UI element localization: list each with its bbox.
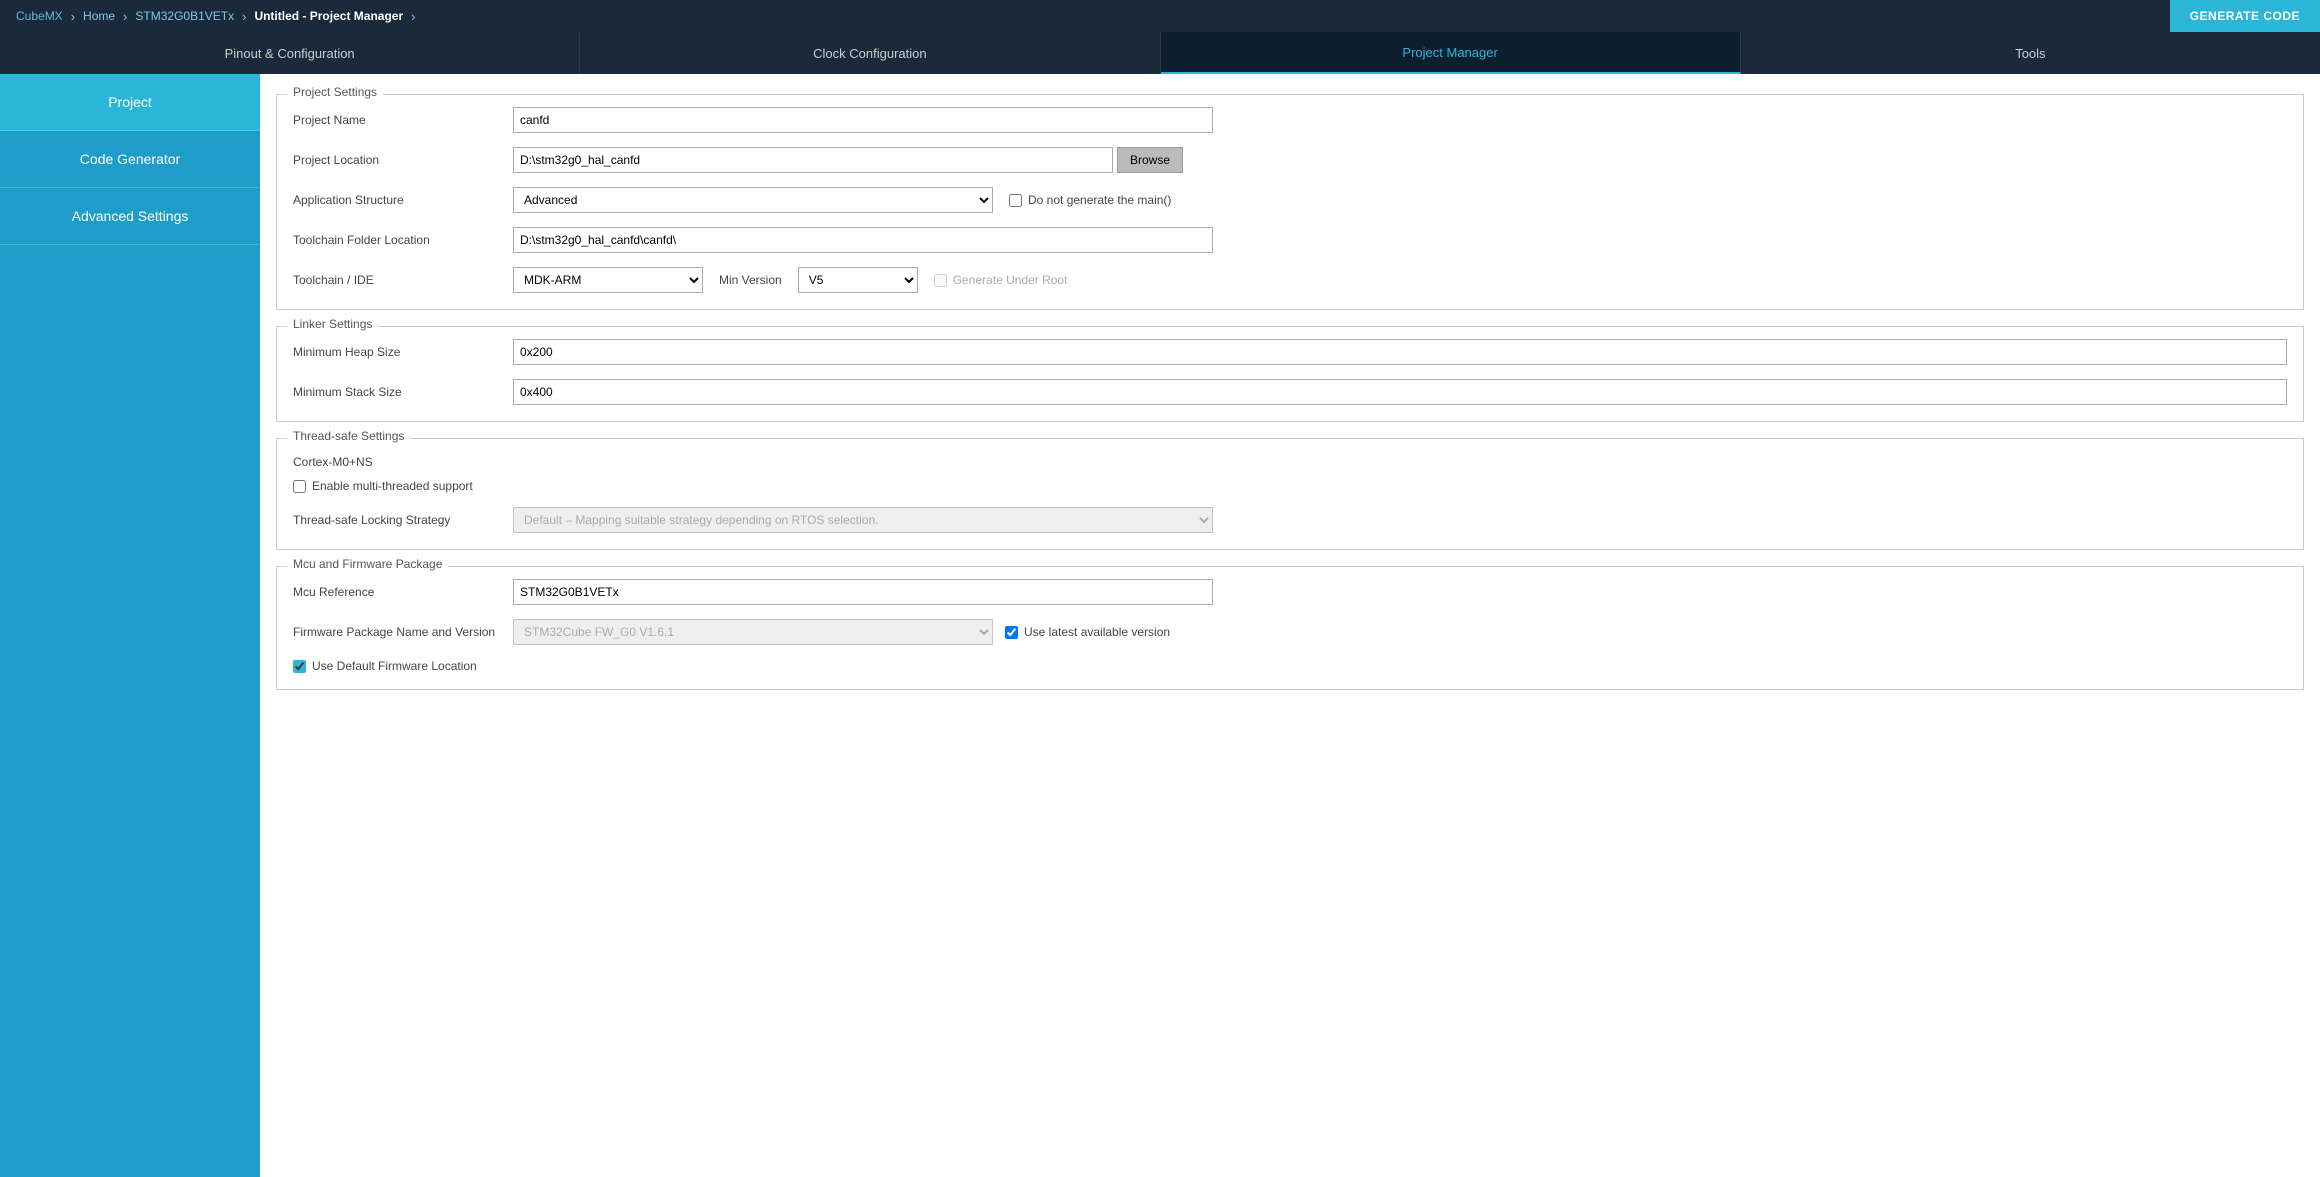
breadcrumb-project[interactable]: Untitled - Project Manager — [246, 9, 411, 23]
tab-project-manager-label: Project Manager — [1402, 45, 1497, 60]
mcu-ref-input[interactable] — [513, 579, 1213, 605]
tab-project-manager[interactable]: Project Manager — [1161, 32, 1741, 74]
toolchain-folder-label: Toolchain Folder Location — [293, 233, 513, 247]
project-location-input[interactable] — [513, 147, 1113, 173]
app-structure-select[interactable]: Basic Advanced — [513, 187, 993, 213]
toolchain-ide-select[interactable]: MDK-ARM STM32CubeIDE Makefile — [513, 267, 703, 293]
min-stack-label: Minimum Stack Size — [293, 385, 513, 399]
min-heap-label: Minimum Heap Size — [293, 345, 513, 359]
toolchain-ide-label: Toolchain / IDE — [293, 273, 513, 287]
sidebar-item-advanced-settings[interactable]: Advanced Settings — [0, 188, 260, 245]
cortex-label: Cortex-M0+NS — [293, 455, 2287, 469]
tab-tools-label: Tools — [2015, 46, 2045, 61]
tab-clock[interactable]: Clock Configuration — [580, 32, 1160, 74]
locking-strategy-label: Thread-safe Locking Strategy — [293, 513, 513, 527]
min-stack-input[interactable] — [513, 379, 2287, 405]
use-latest-version-checkbox[interactable] — [1005, 626, 1018, 639]
sidebar-code-generator-label: Code Generator — [80, 151, 180, 167]
mcu-firmware-title: Mcu and Firmware Package — [287, 557, 448, 571]
tab-clock-label: Clock Configuration — [813, 46, 926, 61]
tab-pinout-label: Pinout & Configuration — [225, 46, 355, 61]
breadcrumb-device[interactable]: STM32G0B1VETx — [127, 9, 242, 23]
project-location-label: Project Location — [293, 153, 513, 167]
generate-code-button[interactable]: GENERATE CODE — [2170, 0, 2320, 32]
firmware-pkg-select[interactable]: STM32Cube FW_G0 V1.6.1 — [513, 619, 993, 645]
linker-settings-title: Linker Settings — [287, 317, 378, 331]
sidebar-item-project[interactable]: Project — [0, 74, 260, 131]
project-settings-title: Project Settings — [287, 85, 383, 99]
mcu-ref-label: Mcu Reference — [293, 585, 513, 599]
breadcrumb-separator-4: › — [411, 9, 415, 24]
toolchain-folder-input[interactable] — [513, 227, 1213, 253]
enable-multithreaded-label: Enable multi-threaded support — [312, 479, 473, 493]
do-not-generate-main-checkbox[interactable] — [1009, 194, 1022, 207]
locking-strategy-select[interactable]: Default – Mapping suitable strategy depe… — [513, 507, 1213, 533]
firmware-pkg-label: Firmware Package Name and Version — [293, 625, 513, 639]
breadcrumb-home[interactable]: Home — [75, 9, 123, 23]
min-version-select[interactable]: V4 V5 V6 — [798, 267, 918, 293]
browse-button[interactable]: Browse — [1117, 147, 1183, 173]
min-heap-input[interactable] — [513, 339, 2287, 365]
use-latest-version-label: Use latest available version — [1024, 625, 1170, 639]
project-name-label: Project Name — [293, 113, 513, 127]
tab-tools[interactable]: Tools — [1741, 32, 2320, 74]
tab-pinout[interactable]: Pinout & Configuration — [0, 32, 580, 74]
sidebar-advanced-settings-label: Advanced Settings — [72, 208, 189, 224]
thread-safe-settings-title: Thread-safe Settings — [287, 429, 410, 443]
min-version-label: Min Version — [719, 273, 782, 287]
do-not-generate-main-label: Do not generate the main() — [1028, 193, 1171, 207]
enable-multithreaded-checkbox[interactable] — [293, 480, 306, 493]
project-name-input[interactable] — [513, 107, 1213, 133]
sidebar-item-code-generator[interactable]: Code Generator — [0, 131, 260, 188]
use-default-firmware-label: Use Default Firmware Location — [312, 659, 477, 673]
generate-under-root-label: Generate Under Root — [953, 273, 1068, 287]
use-default-firmware-checkbox[interactable] — [293, 660, 306, 673]
cubemx-label: CubeMX — [8, 9, 71, 23]
sidebar-project-label: Project — [108, 94, 152, 110]
app-structure-label: Application Structure — [293, 193, 513, 207]
generate-under-root-checkbox[interactable] — [934, 274, 947, 287]
